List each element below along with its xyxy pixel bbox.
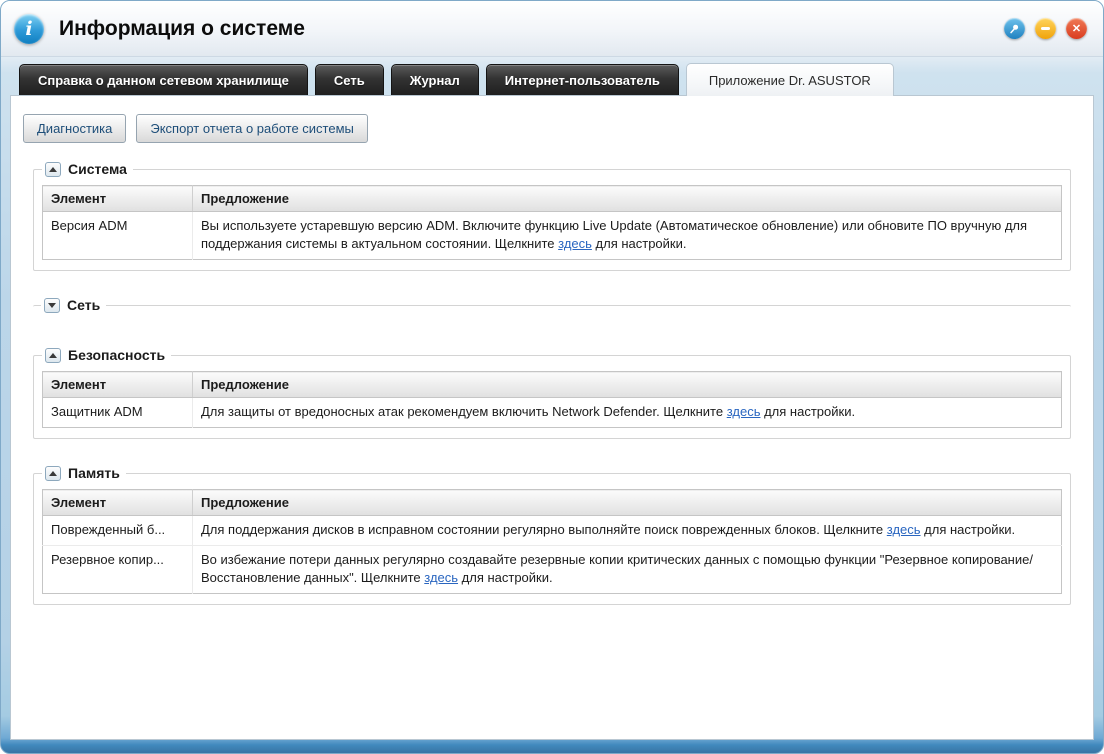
settings-link[interactable]: здесь: [727, 404, 761, 419]
collapse-toggle[interactable]: [45, 162, 61, 177]
window-titlebar[interactable]: i Информация о системе ✕: [1, 1, 1103, 57]
tab-bar: Справка о данном сетевом хранилище Сеть …: [19, 63, 1085, 95]
suggestion-text: для настройки.: [458, 570, 553, 585]
table-header-row: Элемент Предложение: [43, 186, 1062, 212]
column-header-item: Элемент: [43, 186, 193, 212]
section-security-header: Безопасность: [42, 347, 171, 363]
column-header-suggestion: Предложение: [193, 490, 1062, 516]
section-security: Безопасность Элемент Предложение Защитни…: [33, 347, 1071, 439]
system-info-window: i Информация о системе ✕ Справка о данно…: [0, 0, 1104, 754]
window-title: Информация о системе: [59, 17, 305, 41]
pin-icon: [1009, 23, 1020, 34]
section-network-header: Сеть: [41, 297, 106, 313]
tab-network[interactable]: Сеть: [315, 64, 384, 95]
settings-link[interactable]: здесь: [558, 236, 592, 251]
row-item: Защитник ADM: [43, 398, 193, 428]
suggestion-text: для настройки.: [760, 404, 855, 419]
chevron-down-icon: [48, 303, 56, 308]
column-header-suggestion: Предложение: [193, 186, 1062, 212]
section-storage-header: Память: [42, 465, 126, 481]
suggestion-text: Во избежание потери данных регулярно соз…: [201, 552, 1033, 585]
collapse-toggle[interactable]: [45, 466, 61, 481]
chevron-up-icon: [49, 471, 57, 476]
tab-log[interactable]: Журнал: [391, 64, 479, 95]
section-storage: Память Элемент Предложение Поврежденный …: [33, 465, 1071, 605]
section-network: Сеть: [33, 297, 1071, 317]
row-suggestion: Для поддержания дисков в исправном состо…: [193, 516, 1062, 546]
table-row[interactable]: Версия ADM Вы используете устаревшую вер…: [43, 212, 1062, 260]
suggestion-text: для настройки.: [592, 236, 687, 251]
suggestion-text: Для поддержания дисков в исправном состо…: [201, 522, 887, 537]
security-table: Элемент Предложение Защитник ADM Для защ…: [42, 371, 1062, 428]
info-icon: i: [14, 14, 44, 44]
export-report-button[interactable]: Экспорт отчета о работе системы: [136, 114, 368, 143]
section-title: Память: [68, 465, 120, 481]
settings-link[interactable]: здесь: [424, 570, 458, 585]
section-title: Безопасность: [68, 347, 165, 363]
row-suggestion: Вы используете устаревшую версию ADM. Вк…: [193, 212, 1062, 260]
minimize-button[interactable]: [1035, 18, 1056, 39]
close-button[interactable]: ✕: [1066, 18, 1087, 39]
tab-dr-asustor[interactable]: Приложение Dr. ASUSTOR: [686, 63, 894, 96]
collapse-toggle[interactable]: [45, 348, 61, 363]
section-system-header: Система: [42, 161, 133, 177]
diagnostics-button[interactable]: Диагностика: [23, 114, 126, 143]
close-icon: ✕: [1072, 22, 1081, 35]
row-suggestion: Во избежание потери данных регулярно соз…: [193, 546, 1062, 594]
suggestion-text: для настройки.: [921, 522, 1016, 537]
collapse-toggle[interactable]: [44, 298, 60, 313]
chevron-up-icon: [49, 353, 57, 358]
table-header-row: Элемент Предложение: [43, 490, 1062, 516]
column-header-suggestion: Предложение: [193, 372, 1062, 398]
section-title: Сеть: [67, 297, 100, 313]
suggestion-text: Для защиты от вредоносных атак рекоменду…: [201, 404, 727, 419]
tab-online-user[interactable]: Интернет-пользователь: [486, 64, 679, 95]
row-item: Версия ADM: [43, 212, 193, 260]
column-header-item: Элемент: [43, 372, 193, 398]
tab-content-panel: Диагностика Экспорт отчета о работе сист…: [10, 95, 1094, 740]
row-item: Поврежденный б...: [43, 516, 193, 546]
chevron-up-icon: [49, 167, 57, 172]
window-controls: ✕: [1004, 18, 1087, 39]
toolbar: Диагностика Экспорт отчета о работе сист…: [23, 114, 1081, 143]
table-row[interactable]: Защитник ADM Для защиты от вредоносных а…: [43, 398, 1062, 428]
table-header-row: Элемент Предложение: [43, 372, 1062, 398]
settings-link[interactable]: здесь: [887, 522, 921, 537]
storage-table: Элемент Предложение Поврежденный б... Дл…: [42, 489, 1062, 594]
column-header-item: Элемент: [43, 490, 193, 516]
minimize-icon: [1041, 27, 1050, 30]
section-title: Система: [68, 161, 127, 177]
table-row[interactable]: Поврежденный б... Для поддержания дисков…: [43, 516, 1062, 546]
section-system: Система Элемент Предложение Версия ADM В…: [33, 161, 1071, 271]
table-row[interactable]: Резервное копир... Во избежание потери д…: [43, 546, 1062, 594]
system-table: Элемент Предложение Версия ADM Вы исполь…: [42, 185, 1062, 260]
row-item: Резервное копир...: [43, 546, 193, 594]
tab-nas-help[interactable]: Справка о данном сетевом хранилище: [19, 64, 308, 95]
row-suggestion: Для защиты от вредоносных атак рекоменду…: [193, 398, 1062, 428]
pin-button[interactable]: [1004, 18, 1025, 39]
